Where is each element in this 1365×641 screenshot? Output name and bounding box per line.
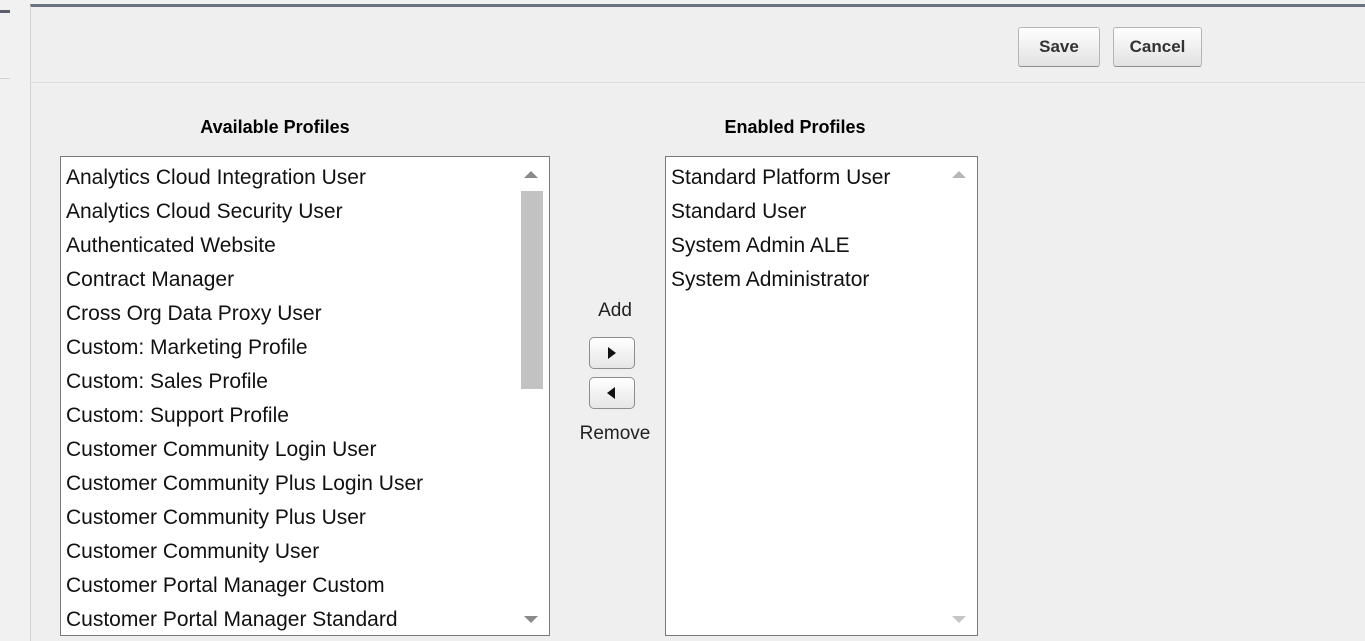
cancel-button[interactable]: Cancel [1113, 27, 1202, 67]
enabled-profiles-title: Enabled Profiles [724, 117, 866, 137]
available-profiles-options: Analytics Cloud Integration User Analyti… [66, 161, 423, 635]
scroll-up-arrow-icon[interactable] [952, 171, 966, 178]
scroll-down-arrow-icon[interactable] [524, 616, 538, 623]
list-item[interactable]: Cross Org Data Proxy User [66, 297, 423, 331]
save-button[interactable]: Save [1018, 27, 1100, 67]
enabled-profiles-scrollbar[interactable] [943, 157, 977, 635]
list-item[interactable]: Customer Community Plus User [66, 501, 423, 535]
left-edge-divider [0, 78, 10, 79]
list-item[interactable]: Customer Community Plus Login User [66, 467, 423, 501]
enabled-profiles-options: Standard Platform User Standard User Sys… [671, 161, 890, 297]
list-item[interactable]: Custom: Support Profile [66, 399, 423, 433]
remove-button[interactable] [589, 377, 635, 409]
scroll-down-arrow-icon[interactable] [952, 616, 966, 623]
enabled-profiles-listbox[interactable]: Standard Platform User Standard User Sys… [665, 156, 978, 636]
list-item[interactable]: System Admin ALE [671, 229, 890, 263]
available-profiles-title: Available Profiles [200, 117, 350, 137]
button-bar: Save Cancel [31, 7, 1365, 83]
list-item[interactable]: Customer Community Login User [66, 433, 423, 467]
list-item[interactable]: Analytics Cloud Security User [66, 195, 423, 229]
add-label: Add [598, 300, 632, 321]
scroll-up-arrow-icon[interactable] [524, 171, 538, 178]
add-button[interactable] [589, 337, 635, 369]
remove-label: Remove [579, 423, 651, 444]
available-profiles-scrollbar[interactable] [515, 157, 549, 635]
list-item[interactable]: Standard Platform User [671, 161, 890, 195]
left-edge-accent [0, 10, 10, 13]
list-item[interactable]: Authenticated Website [66, 229, 423, 263]
list-item[interactable]: Standard User [671, 195, 890, 229]
list-item[interactable]: Custom: Sales Profile [66, 365, 423, 399]
list-item[interactable]: System Administrator [671, 263, 890, 297]
arrow-left-icon [607, 387, 615, 399]
list-item[interactable]: Customer Portal Manager Custom [66, 569, 423, 603]
list-item[interactable]: Customer Community User [66, 535, 423, 569]
list-item[interactable]: Analytics Cloud Integration User [66, 161, 423, 195]
list-item[interactable]: Customer Portal Manager Standard [66, 603, 423, 635]
arrow-right-icon [608, 347, 616, 359]
list-item[interactable]: Contract Manager [66, 263, 423, 297]
available-profiles-listbox[interactable]: Analytics Cloud Integration User Analyti… [60, 156, 550, 636]
scrollbar-thumb[interactable] [521, 191, 543, 389]
list-item[interactable]: Custom: Marketing Profile [66, 331, 423, 365]
